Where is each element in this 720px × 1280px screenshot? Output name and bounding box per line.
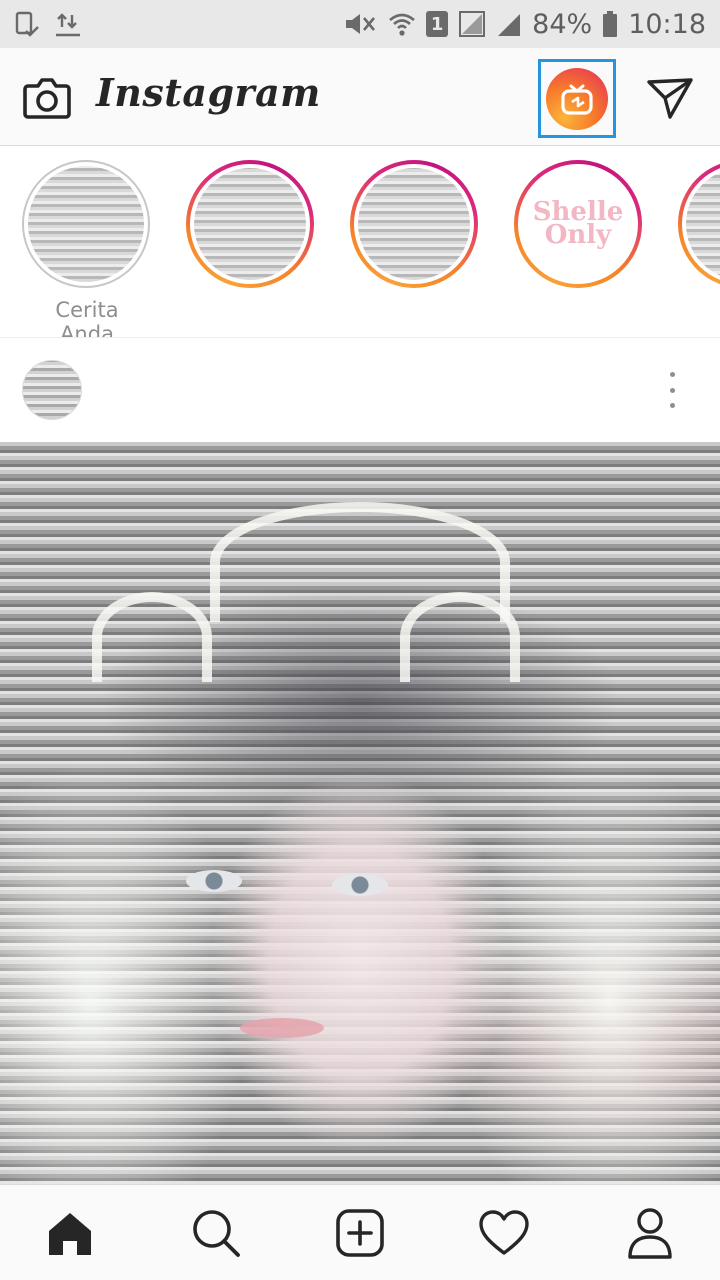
wifi-icon <box>388 11 416 37</box>
home-icon[interactable] <box>44 1207 96 1259</box>
screenshot-icon <box>14 11 40 37</box>
igtv-highlight[interactable] <box>538 59 616 138</box>
sim-icon: 1 <box>426 11 449 37</box>
story-brand-logo: Shelle Only <box>522 168 634 280</box>
bottom-navigation <box>0 1184 720 1280</box>
story-avatar <box>686 168 720 280</box>
igtv-icon[interactable] <box>546 67 608 130</box>
story-own[interactable] <box>22 160 150 288</box>
story-item[interactable] <box>350 160 478 288</box>
top-app-bar: Instagram <box>0 48 720 146</box>
clock: 10:18 <box>628 8 706 40</box>
battery-icon <box>602 10 618 38</box>
battery-percent: 84% <box>532 8 593 40</box>
camera-icon[interactable] <box>22 76 72 120</box>
post-image[interactable] <box>0 442 720 1192</box>
story-avatar <box>358 168 470 280</box>
story-avatar <box>194 168 306 280</box>
decoration <box>186 870 242 892</box>
story-item[interactable]: Shelle Only <box>514 160 642 288</box>
story-item[interactable] <box>186 160 314 288</box>
signal-icon-2 <box>496 10 522 38</box>
story-own-label: Cerita Anda <box>55 298 119 338</box>
story-item[interactable] <box>678 160 720 288</box>
more-vertical-icon[interactable] <box>660 372 684 408</box>
data-transfer-icon <box>54 11 82 37</box>
mute-icon <box>342 11 378 37</box>
decoration <box>332 874 388 896</box>
direct-message-icon[interactable] <box>646 76 694 120</box>
stories-tray: Shelle Only Cerita Anda <box>0 146 720 338</box>
status-bar: 1 84% 10:18 <box>0 0 720 48</box>
story-avatar <box>28 166 144 282</box>
search-icon[interactable] <box>190 1207 242 1259</box>
signal-icon <box>458 10 486 38</box>
activity-heart-icon[interactable] <box>478 1207 530 1259</box>
avatar[interactable] <box>22 360 82 420</box>
decoration <box>92 592 212 682</box>
instagram-logo: Instagram <box>96 70 321 115</box>
post-header <box>0 338 720 442</box>
decoration <box>210 502 510 622</box>
add-post-icon[interactable] <box>334 1207 386 1259</box>
profile-icon[interactable] <box>624 1207 676 1259</box>
decoration <box>240 1018 324 1038</box>
